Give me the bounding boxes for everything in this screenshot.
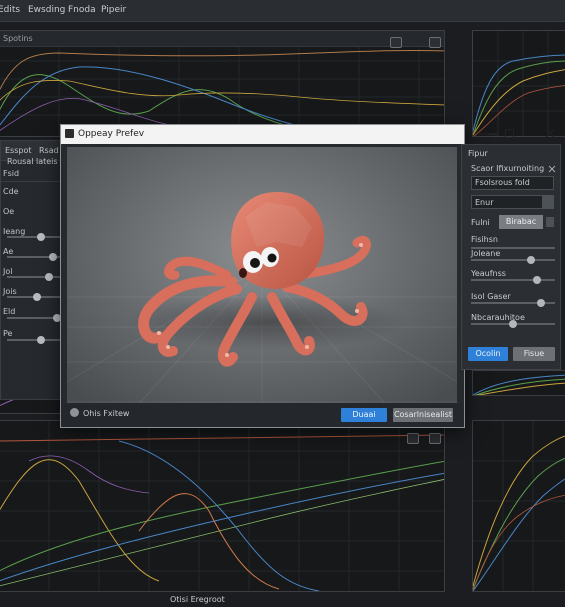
preview-title-bar[interactable]: Oppeay Prefev —	[61, 125, 498, 144]
menu-bar: Edits Ewsding Fnoda Pipeir	[0, 0, 565, 22]
left-panel-label-4: Jol	[3, 267, 13, 276]
menu-item-edits[interactable]: Edits	[0, 5, 20, 15]
right-panel-row-1: Joleane	[471, 249, 501, 258]
tab-rsad[interactable]: Rsad	[39, 146, 59, 155]
mode-toggle-icon[interactable]	[546, 217, 554, 227]
graph-panel-top-right	[472, 30, 565, 137]
right-panel-name-field[interactable]: Fsolsrous fold	[471, 176, 554, 190]
right-panel-row-2: Yeaufnss	[471, 269, 506, 278]
right-settings-panel: Fipur Scaor Ifixurnoiting Fsolsrous fold…	[461, 144, 561, 370]
right-panel-secondary-button[interactable]: Fisue	[513, 347, 555, 361]
left-panel-header-line-2: Fsid	[3, 169, 20, 178]
preview-window-title: Oppeay Prefev	[78, 129, 145, 139]
left-panel-label-1: Oe	[3, 207, 15, 216]
slider-knob[interactable]	[33, 293, 41, 301]
bottom-status-label: Otisi Eregroot	[170, 595, 225, 604]
graph-panel-close-icon[interactable]	[429, 433, 441, 444]
left-panel-slider-5[interactable]	[7, 336, 61, 344]
graph-plot-right-mid	[473, 374, 565, 395]
right-panel-mode-label: Fulni	[471, 218, 490, 227]
right-panel-slider-3[interactable]	[471, 299, 555, 307]
dropdown-arrow-icon[interactable]	[542, 195, 554, 209]
right-panel-row-4: Nbcarauhitoe	[471, 313, 525, 322]
preview-footer-label: Ohis Fxitew	[83, 409, 130, 418]
maximize-icon[interactable]	[505, 129, 514, 138]
left-properties-panel: Esspot Rsad Rousal lateis Fsid Cde Oe Ie…	[0, 140, 67, 400]
preview-footer: Ohis Fxitew Duaai Cosarlnisealist	[61, 403, 464, 427]
graph-panel-right-mid	[472, 370, 565, 396]
left-panel-label-7: Pe	[3, 329, 13, 338]
right-panel-section-text: Enur	[475, 198, 494, 207]
graph-panel-settings-icon[interactable]	[407, 433, 419, 444]
graph-panel-settings-icon[interactable]	[390, 37, 402, 48]
minimize-icon[interactable]: —	[487, 127, 498, 140]
left-panel-label-0: Cde	[3, 187, 19, 196]
slider-knob[interactable]	[537, 299, 545, 307]
minimize-icon[interactable]	[479, 130, 487, 138]
preview-window: Oppeay Prefev — Ohis Fxitew Duaai Cosarl…	[60, 124, 514, 428]
graph-plot-bottom-right	[473, 421, 565, 591]
left-panel-label-5: Jois	[3, 287, 17, 296]
preview-secondary-button[interactable]: Cosarlnisealist	[393, 408, 453, 422]
slider-knob[interactable]	[37, 233, 45, 241]
slider-knob[interactable]	[533, 276, 541, 284]
left-panel-label-2: Ieang	[3, 227, 26, 236]
close-icon[interactable]	[548, 165, 556, 173]
graph-panel-bottom-right	[472, 420, 565, 592]
slider-knob[interactable]	[45, 273, 53, 281]
left-panel-label-3: Ae	[3, 247, 14, 256]
graph-plot-top-right	[473, 31, 565, 136]
left-panel-slider-2[interactable]	[7, 273, 61, 281]
graph-panel-top-left: Spotins	[0, 30, 445, 137]
right-panel-slider-2[interactable]	[471, 276, 555, 284]
right-panel-title: Fipur	[468, 149, 488, 158]
octopus-icon	[70, 408, 79, 417]
right-panel-slider-1[interactable]	[471, 256, 555, 264]
left-panel-label-6: Eld	[3, 307, 16, 316]
menu-item-ewsding[interactable]: Ewsding	[28, 5, 65, 15]
graph-plot-top-left	[0, 47, 444, 136]
right-panel-name-label: Scaor Ifixurnoiting	[471, 164, 545, 173]
octopus-3d-render	[67, 147, 457, 417]
right-panel-primary-button[interactable]: Ocolin	[468, 347, 508, 361]
right-panel-slider-4[interactable]	[471, 320, 555, 328]
slider-knob[interactable]	[509, 320, 517, 328]
3d-viewport[interactable]	[67, 147, 457, 417]
slider-knob[interactable]	[527, 256, 535, 264]
slider-knob[interactable]	[49, 253, 57, 261]
left-panel-slider-4[interactable]	[7, 314, 61, 322]
close-icon[interactable]	[545, 128, 555, 138]
slider-knob[interactable]	[37, 336, 45, 344]
graph-panel-bottom-left	[0, 420, 445, 592]
menu-item-pipeir[interactable]: Pipeir	[101, 5, 126, 15]
left-panel-header-line-1: Rousal lateis	[7, 157, 58, 166]
preview-primary-button[interactable]: Duaai	[341, 408, 387, 422]
app-icon	[65, 129, 74, 138]
right-panel-row-3: Isol Gaser	[471, 292, 511, 301]
graph-panel-close-icon[interactable]	[429, 37, 441, 48]
right-panel-row-0: Fisihsn	[471, 235, 498, 244]
graph-plot-bottom-left	[0, 421, 444, 591]
left-panel-slider-1[interactable]	[7, 253, 61, 261]
menu-item-fnoda[interactable]: Fnoda	[68, 5, 96, 15]
left-panel-slider-3[interactable]	[7, 293, 61, 301]
left-panel-slider-0[interactable]	[7, 233, 61, 241]
right-panel-mode-value[interactable]: Birabac	[499, 215, 543, 229]
tab-esspot[interactable]: Esspot	[5, 146, 32, 155]
